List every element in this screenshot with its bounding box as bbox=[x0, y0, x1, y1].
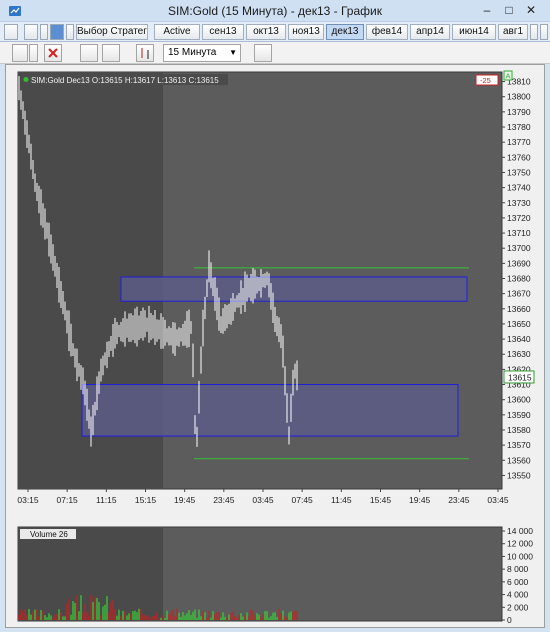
time-axis-tick: 15:15 bbox=[135, 495, 157, 505]
volume-axis-tick: 12 000 bbox=[507, 539, 533, 549]
pointer-dropdown-icon[interactable] bbox=[29, 44, 38, 62]
tab-active[interactable]: Active bbox=[154, 24, 200, 40]
chart-window: 13810 13800 13790 13780 13770 13760 13750 13740… bbox=[5, 64, 545, 628]
price-axis-tick: 13630 bbox=[507, 349, 531, 359]
chart-toolbar: 15 Минута ▼ bbox=[0, 42, 550, 64]
templates-icon[interactable] bbox=[254, 44, 272, 62]
price-axis-tick: 13640 bbox=[507, 334, 531, 344]
zone-rectangle bbox=[120, 276, 468, 302]
price-axis-tick: 13650 bbox=[507, 319, 531, 329]
strategy-select[interactable]: Выбор Стратегии bbox=[76, 24, 148, 40]
price-axis-tick: 13590 bbox=[507, 410, 531, 420]
volume-axis-tick: 2 000 bbox=[507, 602, 529, 612]
price-axis-tick: 13680 bbox=[507, 274, 531, 284]
chart-properties-icon[interactable] bbox=[4, 24, 18, 40]
time-axis-tick: 11:15 bbox=[96, 495, 117, 505]
timeframe-value: 15 Минута bbox=[168, 47, 217, 58]
chevron-down-icon: ▼ bbox=[229, 48, 237, 57]
tab-nov13[interactable]: ноя13 bbox=[288, 24, 324, 40]
tab-jun14[interactable]: июн14 bbox=[452, 24, 496, 40]
data-box-icon[interactable] bbox=[80, 44, 98, 62]
strategy-icon[interactable] bbox=[50, 24, 64, 40]
time-axis-tick: 19:45 bbox=[409, 495, 431, 505]
maximize-button[interactable]: □ bbox=[500, 3, 518, 17]
volume-axis-tick: 6 000 bbox=[507, 577, 529, 587]
zone-rectangle bbox=[81, 384, 459, 437]
price-axis-tick: 13580 bbox=[507, 425, 531, 435]
minimize-button[interactable]: – bbox=[478, 3, 496, 17]
ohlc-label: SIM:Gold Dec13 O:13615 H:13617 L:13613 C… bbox=[31, 76, 219, 85]
account-badge-text: A bbox=[506, 72, 511, 81]
price-axis-tick: 13690 bbox=[507, 258, 531, 268]
current-price-label: 13615 bbox=[508, 372, 532, 382]
price-axis-tick: 13770 bbox=[507, 137, 531, 147]
time-axis-tick: 23:45 bbox=[448, 495, 470, 505]
price-axis-tick: 13560 bbox=[507, 455, 531, 465]
volume-label: Volume 26 bbox=[30, 530, 68, 539]
timeframe-select[interactable]: 15 Минута ▼ bbox=[163, 44, 241, 62]
tab-sep13[interactable]: сен13 bbox=[202, 24, 244, 40]
price-axis-tick: 13700 bbox=[507, 243, 531, 253]
tab-aug14[interactable]: авг1 bbox=[498, 24, 528, 40]
window-title: SIM:Gold (15 Минута) - дек13 - График bbox=[168, 4, 382, 18]
price-axis-tick: 13740 bbox=[507, 183, 531, 193]
x-mark-icon bbox=[48, 48, 58, 58]
time-axis-tick: 03:45 bbox=[252, 495, 274, 505]
time-axis-tick: 07:45 bbox=[292, 495, 314, 505]
indicators-icon[interactable] bbox=[102, 44, 120, 62]
time-axis-tick: 03:15 bbox=[17, 495, 39, 505]
price-axis-tick: 13730 bbox=[507, 198, 531, 208]
print-dropdown-icon[interactable] bbox=[40, 24, 48, 40]
tab-feb14[interactable]: фев14 bbox=[366, 24, 408, 40]
time-axis-tick: 03:45 bbox=[487, 495, 509, 505]
close-button[interactable]: ✕ bbox=[522, 3, 540, 17]
ohlc-indicator-dot-icon bbox=[23, 77, 29, 82]
time-axis-tick: 19:45 bbox=[174, 495, 196, 505]
ohlc-bars-icon bbox=[141, 48, 149, 59]
tab-oct13[interactable]: окт13 bbox=[246, 24, 286, 40]
price-axis-tick: 13720 bbox=[507, 213, 531, 223]
chart-canvas[interactable]: 1381013800137901378013770137601375013740… bbox=[6, 65, 546, 629]
delete-drawings-icon[interactable] bbox=[44, 44, 62, 62]
price-axis-tick: 13710 bbox=[507, 228, 531, 238]
bar-type-icon[interactable] bbox=[136, 44, 154, 62]
tabs-scroll-left-icon[interactable] bbox=[530, 24, 538, 40]
tabs-scroll-right-icon[interactable] bbox=[540, 24, 548, 40]
price-axis-tick: 13800 bbox=[507, 92, 531, 102]
price-axis-tick: 13790 bbox=[507, 107, 531, 117]
volume-axis-tick: 14 000 bbox=[507, 526, 533, 536]
time-axis-tick: 15:45 bbox=[370, 495, 392, 505]
pnl-badge-text: -25 bbox=[480, 76, 491, 85]
price-axis-tick: 13600 bbox=[507, 395, 531, 405]
pointer-tool-icon[interactable] bbox=[12, 44, 28, 62]
tab-apr14[interactable]: апр14 bbox=[410, 24, 450, 40]
volume-axis-tick: 8 000 bbox=[507, 564, 529, 574]
time-axis-tick: 07:15 bbox=[57, 495, 79, 505]
price-axis-tick: 13760 bbox=[507, 152, 531, 162]
price-axis-tick: 13670 bbox=[507, 289, 531, 299]
tab-dec13[interactable]: дек13 bbox=[326, 24, 364, 40]
print-icon[interactable] bbox=[24, 24, 38, 40]
volume-axis-tick: 0 bbox=[507, 615, 512, 625]
time-axis-tick: 23:45 bbox=[213, 495, 235, 505]
strategy-dropdown-icon[interactable] bbox=[66, 24, 74, 40]
price-axis-tick: 13660 bbox=[507, 304, 531, 314]
price-axis-tick: 13570 bbox=[507, 440, 531, 450]
price-axis-tick: 13750 bbox=[507, 167, 531, 177]
time-axis-tick: 11:45 bbox=[331, 495, 352, 505]
volume-axis-tick: 4 000 bbox=[507, 590, 529, 600]
volume-axis-tick: 10 000 bbox=[507, 551, 533, 561]
instrument-tab-row: Выбор Стратегии Active сен13 окт13 ноя13… bbox=[0, 22, 550, 42]
title-bar: SIM:Gold (15 Минута) - дек13 - График – … bbox=[0, 0, 550, 22]
price-axis-tick: 13780 bbox=[507, 122, 531, 132]
price-axis-tick: 13550 bbox=[507, 470, 531, 480]
